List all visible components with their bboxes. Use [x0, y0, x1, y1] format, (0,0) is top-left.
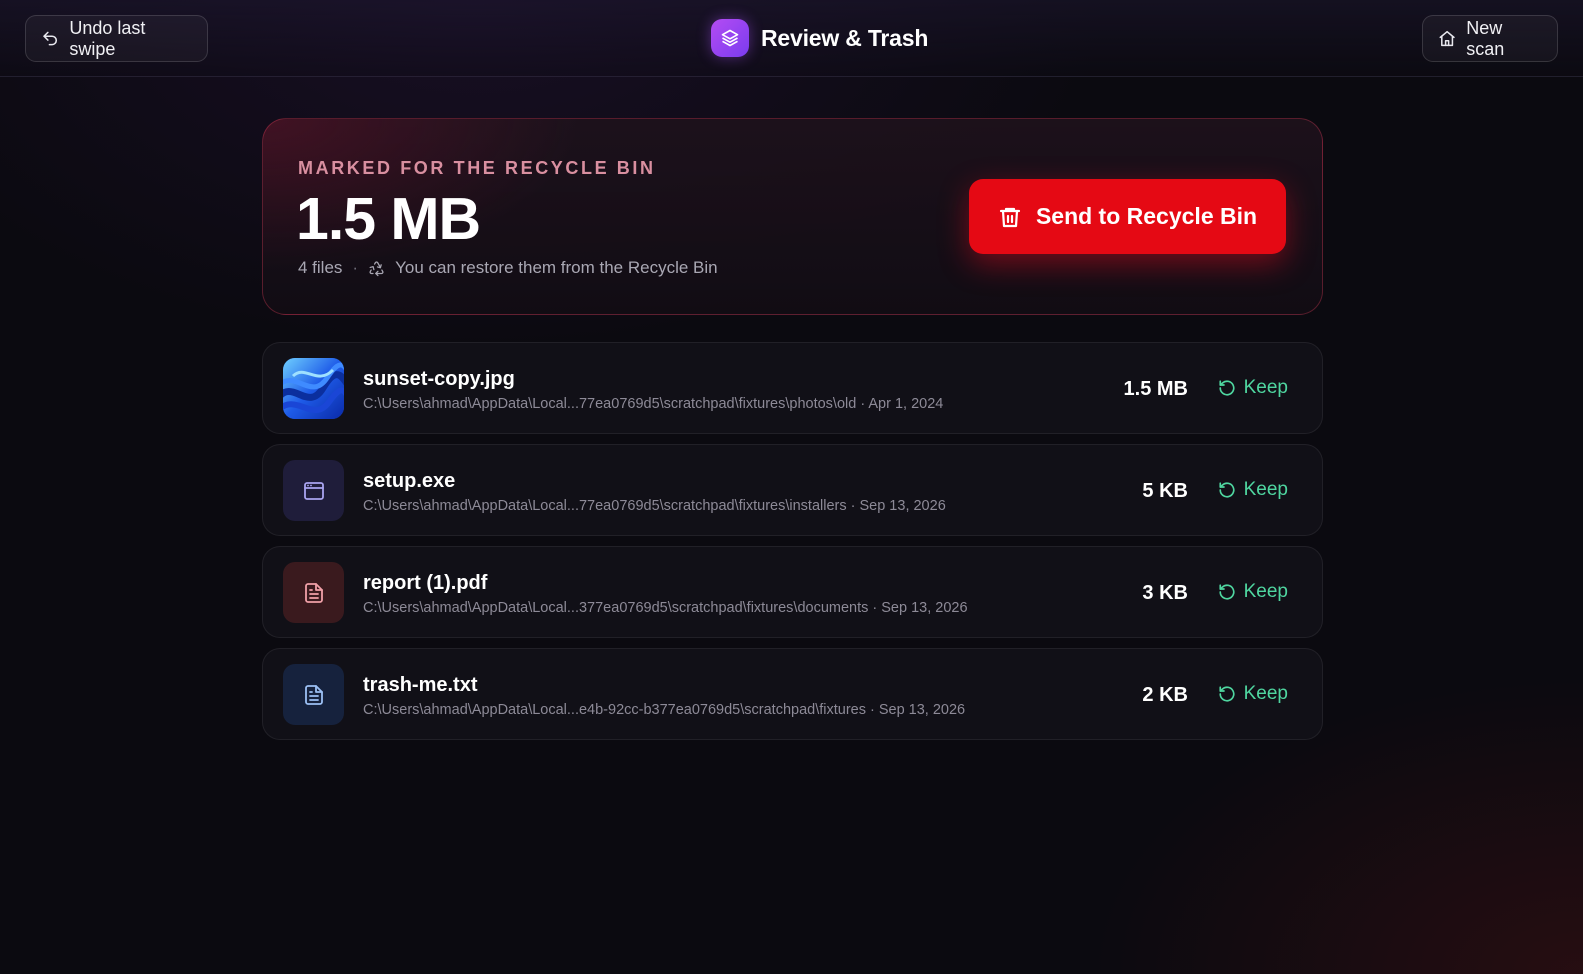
file-count: 4 files	[298, 258, 343, 277]
top-bar: Undo last swipe Review & Trash New scan	[0, 0, 1583, 77]
file-name: report (1).pdf	[363, 572, 488, 594]
keep-label: Keep	[1243, 581, 1288, 602]
restore-note: You can restore them from the Recycle Bi…	[395, 258, 718, 277]
new-scan-label: New scan	[1466, 17, 1505, 59]
undo-icon	[43, 31, 58, 46]
new-scan-button[interactable]: New scan	[1422, 15, 1558, 62]
file-path: C:\Users\ahmad\AppData\Local...77ea0769d…	[363, 498, 946, 514]
restore-icon	[1219, 584, 1235, 600]
keep-button[interactable]: Keep	[1218, 479, 1288, 501]
undo-label: Undo last swipe	[69, 17, 146, 59]
file-row: trash-me.txt C:\Users\ahmad\AppData\Loca…	[262, 648, 1323, 740]
text-file-icon	[283, 664, 344, 725]
home-icon	[1439, 30, 1455, 47]
layers-logo-icon	[711, 19, 749, 57]
app-brand: Review & Trash	[711, 19, 928, 57]
app-window-icon	[283, 460, 344, 521]
summary-kicker: MARKED FOR THE RECYCLE BIN	[298, 158, 656, 178]
file-row: setup.exe C:\Users\ahmad\AppData\Local..…	[262, 444, 1323, 536]
file-row: report (1).pdf C:\Users\ahmad\AppData\Lo…	[262, 546, 1323, 638]
keep-button[interactable]: Keep	[1218, 581, 1288, 603]
page-title: Review & Trash	[761, 24, 929, 51]
keep-label: Keep	[1243, 479, 1288, 500]
file-name: trash-me.txt	[363, 674, 478, 696]
keep-button[interactable]: Keep	[1218, 683, 1288, 705]
keep-button[interactable]: Keep	[1218, 377, 1288, 399]
file-size: 3 KB	[1142, 582, 1188, 604]
file-size: 2 KB	[1142, 684, 1188, 706]
file-path: C:\Users\ahmad\AppData\Local...377ea0769…	[363, 600, 968, 616]
meta-separator: ·	[352, 258, 359, 277]
file-path: C:\Users\ahmad\AppData\Local...e4b-92cc-…	[363, 702, 966, 718]
file-size: 5 KB	[1142, 480, 1188, 502]
file-path: C:\Users\ahmad\AppData\Local...77ea0769d…	[363, 396, 944, 412]
file-size: 1.5 MB	[1123, 378, 1188, 400]
keep-label: Keep	[1243, 377, 1288, 398]
restore-icon	[1219, 482, 1235, 498]
restore-icon	[1219, 686, 1235, 702]
send-label: Send to Recycle Bin	[1035, 203, 1258, 229]
file-row: sunset-copy.jpg C:\Users\ahmad\AppData\L…	[262, 342, 1323, 434]
restore-icon	[1219, 380, 1235, 396]
undo-last-swipe-button[interactable]: Undo last swipe	[25, 15, 208, 62]
document-icon	[283, 562, 344, 623]
file-name: sunset-copy.jpg	[363, 368, 515, 390]
keep-label: Keep	[1243, 683, 1288, 704]
recycle-icon	[369, 260, 384, 276]
image-thumbnail	[283, 358, 344, 419]
trash-icon	[999, 207, 1021, 227]
summary-meta: 4 files · You can restore them from the …	[298, 258, 718, 278]
total-size: 1.5 MB	[296, 186, 481, 252]
wave-image-icon	[283, 358, 344, 419]
send-to-recycle-bin-button[interactable]: Send to Recycle Bin	[969, 179, 1286, 254]
file-name: setup.exe	[363, 470, 456, 492]
